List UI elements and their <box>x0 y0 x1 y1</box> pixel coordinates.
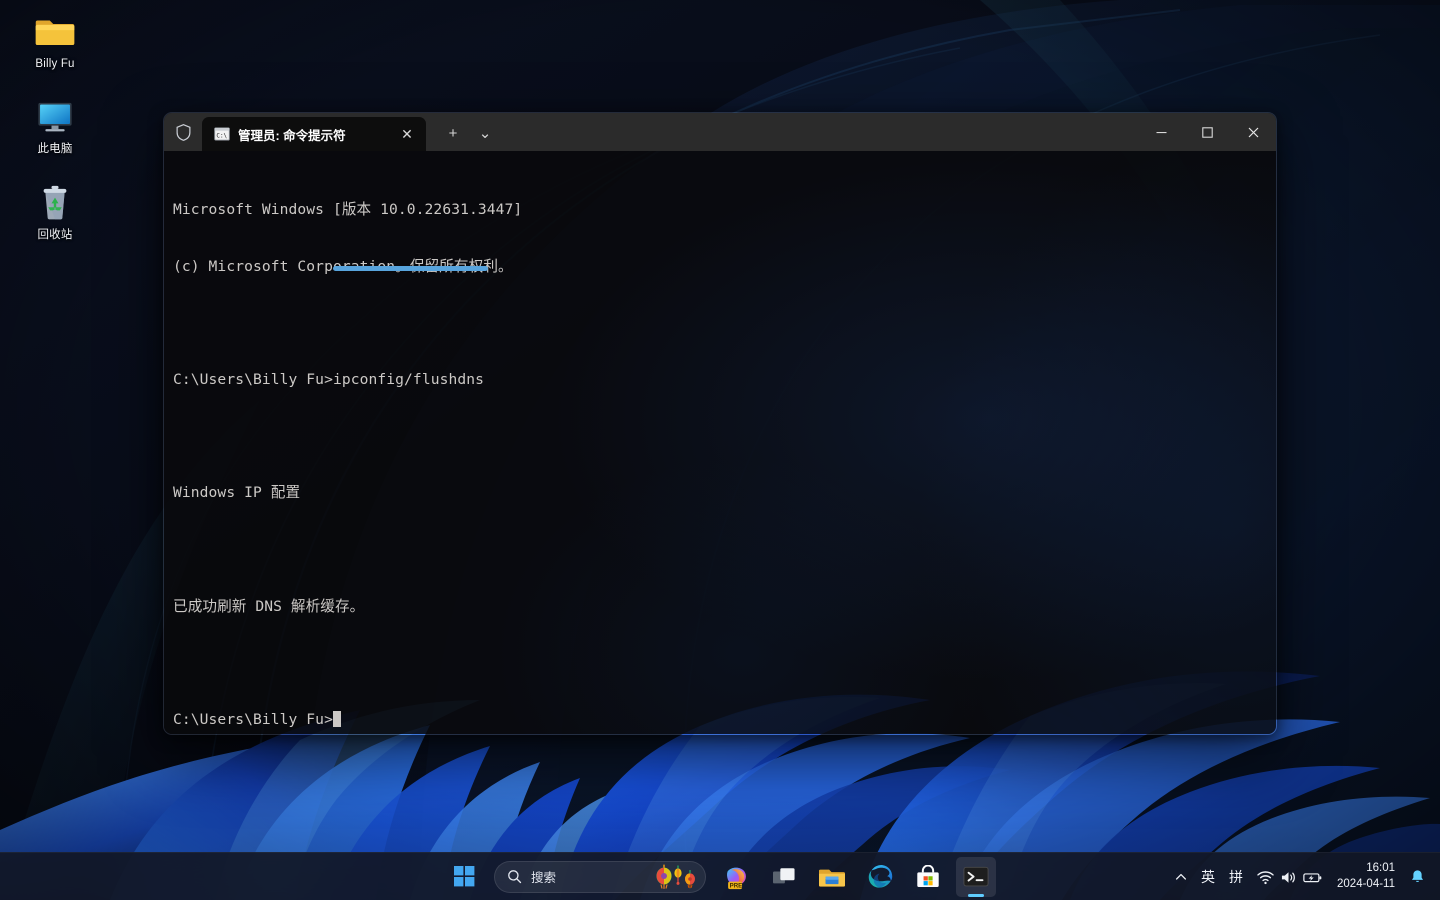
taskbar-clock[interactable]: 16:01 2024-04-11 <box>1329 857 1403 897</box>
taskbar-center-group: 搜索 <box>440 853 1000 900</box>
terminal-line <box>173 541 1276 560</box>
search-icon <box>507 869 522 884</box>
clock-time: 16:01 <box>1366 861 1395 877</box>
minimize-button[interactable] <box>1138 113 1184 151</box>
task-view-icon <box>772 866 796 888</box>
terminal-output-area[interactable]: Microsoft Windows [版本 10.0.22631.3447] (… <box>164 151 1276 734</box>
notification-center-button[interactable] <box>1403 857 1432 897</box>
text-caret <box>333 711 341 727</box>
close-button[interactable] <box>1230 113 1276 151</box>
terminal-line: Microsoft Windows [版本 10.0.22631.3447] <box>173 201 1276 220</box>
chevron-down-icon[interactable]: ⌄ <box>470 120 500 146</box>
chevron-up-icon <box>1175 871 1187 883</box>
taskbar-system-tray: 英 拼 16:01 2024-04 <box>1168 853 1440 900</box>
desktop-icon-list: Billy Fu 此电脑 回收站 <box>0 0 110 262</box>
search-placeholder: 搜索 <box>531 867 644 886</box>
titlebar-drag-region[interactable] <box>500 113 1138 151</box>
taskbar: 搜索 <box>0 852 1440 900</box>
edge-icon <box>868 864 893 889</box>
desktop-icon-billy-fu[interactable]: Billy Fu <box>18 6 92 73</box>
taskbar-app-copilot[interactable]: PRE <box>716 857 756 897</box>
ime-mode-label: 拼 <box>1229 867 1243 887</box>
maximize-button[interactable] <box>1184 113 1230 151</box>
prompt-text: C:\Users\Billy Fu> <box>173 711 333 728</box>
window-controls <box>1138 113 1276 151</box>
taskbar-app-task-view[interactable] <box>764 857 804 897</box>
start-button[interactable] <box>444 857 484 897</box>
desktop-icon-this-pc[interactable]: 此电脑 <box>18 91 92 158</box>
volume-icon <box>1280 870 1297 885</box>
minimize-icon <box>1156 127 1167 138</box>
this-pc-icon <box>34 95 76 137</box>
ime-language-label: 英 <box>1201 867 1215 887</box>
admin-shield-badge <box>164 113 202 151</box>
terminal-line <box>173 314 1276 333</box>
close-icon <box>1248 127 1259 138</box>
terminal-line-command: C:\Users\Billy Fu>ipconfig/flushdns <box>173 371 1276 390</box>
battery-icon <box>1303 870 1322 885</box>
command-prompt-window: C:\ 管理员: 命令提示符 ✕ + ⌄ <box>163 112 1277 735</box>
terminal-line <box>173 428 1276 447</box>
copilot-pre-badge-text: PRE <box>730 882 743 889</box>
ime-language-button[interactable]: 英 <box>1194 857 1222 897</box>
terminal-text: Microsoft Windows [版本 10.0.22631.3447] (… <box>173 163 1276 734</box>
terminal-tab-active[interactable]: C:\ 管理员: 命令提示符 ✕ <box>202 117 426 151</box>
windows-logo-icon <box>454 866 475 887</box>
new-tab-button[interactable]: + <box>438 120 468 146</box>
festival-lanterns-icon <box>653 864 697 890</box>
maximize-icon <box>1202 127 1213 138</box>
tab-title: 管理员: 命令提示符 <box>238 125 386 144</box>
microsoft-store-icon <box>916 865 940 889</box>
terminal-line-prompt: C:\Users\Billy Fu> <box>173 711 1276 730</box>
ime-mode-button[interactable]: 拼 <box>1222 857 1250 897</box>
tray-overflow-button[interactable] <box>1168 857 1194 897</box>
taskbar-app-edge[interactable] <box>860 857 900 897</box>
terminal-line <box>173 654 1276 673</box>
desktop-icon-label: Billy Fu <box>35 57 74 71</box>
terminal-line: Windows IP 配置 <box>173 484 1276 503</box>
taskbar-app-file-explorer[interactable] <box>812 857 852 897</box>
command-highlight-underline <box>333 266 488 271</box>
terminal-icon <box>963 865 989 889</box>
shield-icon <box>175 123 192 142</box>
desktop-icon-label: 回收站 <box>37 228 72 242</box>
desktop-icon-label: 此电脑 <box>37 142 72 156</box>
copilot-icon: PRE <box>723 864 749 890</box>
clock-date: 2024-04-11 <box>1337 877 1395 893</box>
desktop-icon-recycle-bin[interactable]: 回收站 <box>18 177 92 244</box>
quick-settings-button[interactable] <box>1250 857 1329 897</box>
recycle-bin-icon <box>34 181 76 223</box>
taskbar-search-box[interactable]: 搜索 <box>494 861 706 893</box>
wifi-icon <box>1257 870 1274 885</box>
taskbar-app-microsoft-store[interactable] <box>908 857 948 897</box>
folder-icon <box>34 10 76 52</box>
file-explorer-icon <box>819 865 845 889</box>
taskbar-app-windows-terminal[interactable] <box>956 857 996 897</box>
tab-close-button[interactable]: ✕ <box>394 121 420 147</box>
bell-icon <box>1410 869 1425 885</box>
cmd-console-icon: C:\ <box>214 127 230 141</box>
svg-text:C:\: C:\ <box>216 133 227 139</box>
window-titlebar: C:\ 管理员: 命令提示符 ✕ + ⌄ <box>164 113 1276 151</box>
terminal-line: 已成功刷新 DNS 解析缓存。 <box>173 598 1276 617</box>
